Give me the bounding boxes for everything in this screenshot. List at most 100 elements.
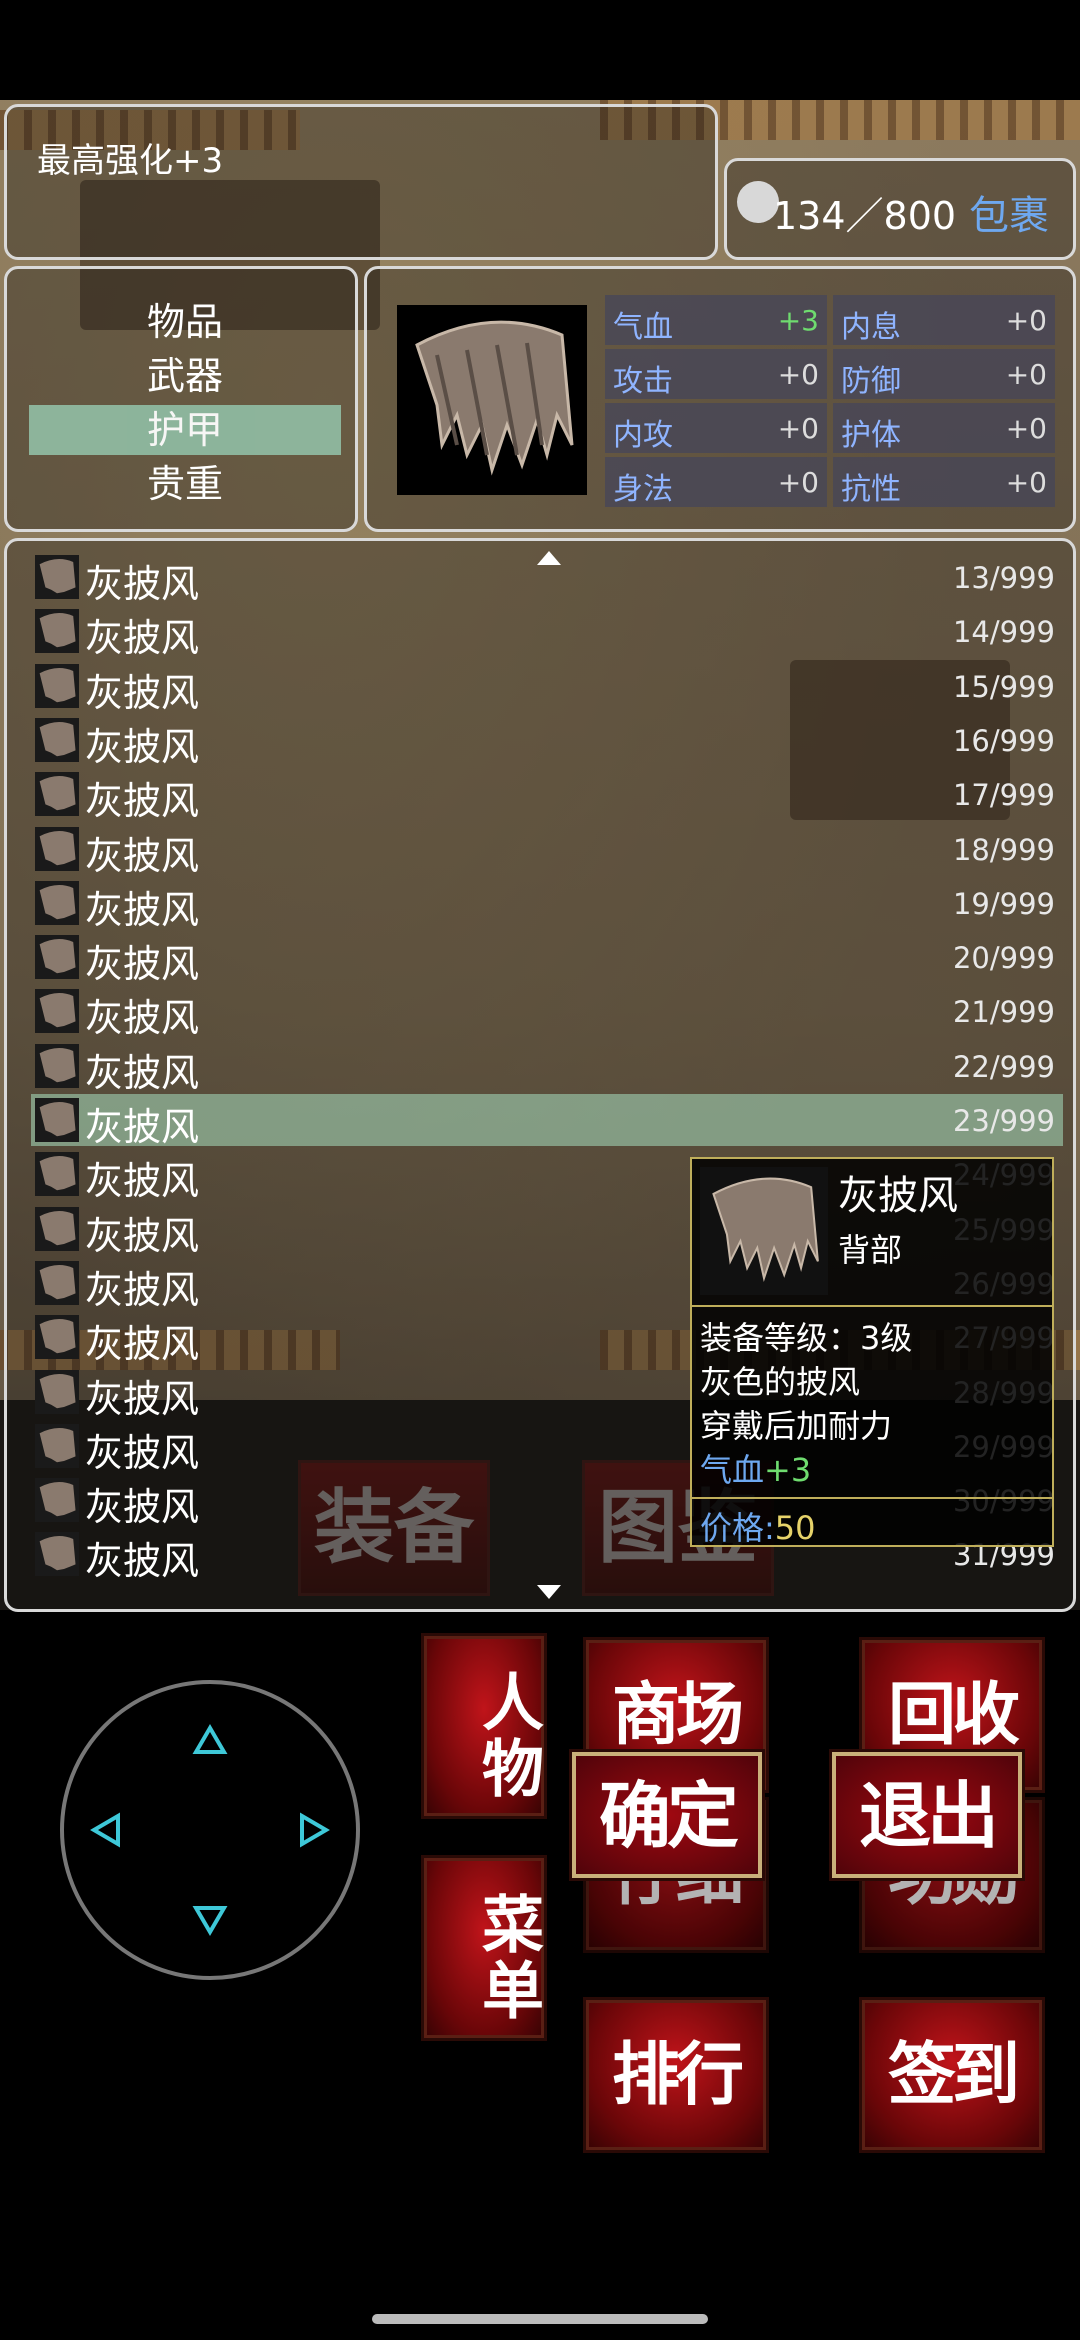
item-name: 灰披风 — [85, 1376, 200, 1421]
price-value: 50 — [774, 1509, 816, 1547]
item-name: 灰披风 — [85, 670, 200, 715]
gray-cape-icon — [35, 1315, 79, 1360]
stat-value: +0 — [1005, 466, 1047, 499]
bonus-stat-name: 气血 — [700, 1451, 765, 1489]
confirm-button[interactable]: 确定 — [572, 1752, 762, 1878]
item-row[interactable]: 灰披风 14/999 — [31, 605, 1063, 660]
stat-name: 防御 — [841, 364, 901, 399]
gray-cape-icon — [35, 609, 79, 654]
item-name: 灰披风 — [85, 779, 200, 824]
stat-value: +0 — [777, 358, 819, 391]
tooltip-bonus: 气血+3 — [700, 1445, 811, 1491]
item-row[interactable]: 灰披风 16/999 — [31, 714, 1063, 769]
gray-cape-icon — [35, 1043, 79, 1088]
bag-capacity-panel[interactable]: 134／800 包裹 — [724, 158, 1076, 260]
joystick[interactable] — [60, 1680, 360, 1980]
item-row[interactable]: 灰披风 22/999 — [31, 1040, 1063, 1095]
gray-cape-icon — [35, 989, 79, 1034]
gray-cape-icon — [35, 663, 79, 708]
item-row[interactable]: 灰披风 23/999 — [31, 1094, 1063, 1149]
gray-cape-icon — [397, 305, 587, 495]
item-row[interactable]: 灰披风 15/999 — [31, 660, 1063, 715]
divider — [692, 1497, 1052, 1499]
item-name: 灰披风 — [85, 1322, 200, 1367]
category-valuables[interactable]: 贵重 — [29, 459, 341, 509]
stat-name: 内攻 — [613, 418, 673, 453]
ranking-button[interactable]: 排行 — [586, 2000, 766, 2150]
checkin-button[interactable]: 签到 — [862, 2000, 1042, 2150]
stat-value: +0 — [1005, 358, 1047, 391]
bag-label: 包裹 — [969, 193, 1049, 239]
item-name: 灰披风 — [85, 1430, 200, 1475]
stat-cell: 内攻 +0 — [605, 403, 827, 453]
tooltip-level: 装备等级：3级 — [700, 1319, 913, 1357]
gray-cape-icon — [35, 935, 79, 980]
bonus-stat-value: +3 — [764, 1451, 812, 1489]
item-row[interactable]: 灰披风 13/999 — [31, 551, 1063, 606]
item-row[interactable]: 灰披风 21/999 — [31, 985, 1063, 1040]
stat-cell: 抗性 +0 — [833, 457, 1055, 507]
item-row[interactable]: 灰披风 18/999 — [31, 823, 1063, 878]
gray-cape-icon — [35, 1532, 79, 1577]
stat-value: +3 — [777, 304, 819, 337]
character-button[interactable]: 人物 — [424, 1636, 544, 1816]
stat-name: 攻击 — [613, 364, 673, 399]
item-count: 13/999 — [952, 561, 1055, 595]
category-weapons[interactable]: 武器 — [29, 351, 341, 401]
divider — [692, 1305, 1052, 1307]
item-name: 灰披风 — [85, 1159, 200, 1204]
stat-name: 抗性 — [841, 472, 901, 507]
gray-cape-icon — [35, 1369, 79, 1414]
tooltip-effect: 穿戴后加耐力 — [700, 1407, 893, 1445]
max-enhance-label: 最高强化+3 — [37, 141, 224, 181]
item-name: 灰披风 — [85, 1050, 200, 1095]
gray-cape-icon — [35, 772, 79, 817]
stat-cell: 身法 +0 — [605, 457, 827, 507]
exit-button[interactable]: 退出 — [832, 1752, 1022, 1878]
dpad-left-icon — [90, 1812, 120, 1848]
stat-value: +0 — [1005, 304, 1047, 337]
gray-cape-icon — [700, 1167, 828, 1295]
item-count: 17/999 — [952, 778, 1055, 813]
stat-cell: 气血 +3 — [605, 295, 827, 345]
tooltip-item-name: 灰披风 — [838, 1173, 958, 1219]
menu-button[interactable]: 菜单 — [424, 1858, 544, 2038]
gray-cape-icon — [35, 1152, 79, 1197]
dpad-up-icon — [192, 1724, 228, 1754]
item-count: 19/999 — [952, 886, 1055, 921]
dpad-down-icon — [192, 1906, 228, 1936]
item-stats-panel: 气血 +3 内息 +0 攻击 +0 防御 +0 内攻 +0 护体 +0 身法 +0 抗性 +0 — [364, 266, 1076, 532]
item-name: 灰披风 — [85, 1539, 200, 1584]
item-name: 灰披风 — [85, 724, 200, 769]
scroll-down-icon[interactable] — [537, 1585, 561, 1599]
bag-count: 134／800 — [773, 194, 957, 238]
stat-name: 护体 — [841, 418, 901, 453]
gray-cape-icon — [35, 880, 79, 925]
category-armor[interactable]: 护甲 — [29, 405, 341, 455]
gray-cape-icon — [35, 826, 79, 871]
stat-cell: 防御 +0 — [833, 349, 1055, 399]
item-row[interactable]: 灰披风 17/999 — [31, 768, 1063, 823]
dpad-right-icon — [300, 1812, 330, 1848]
stat-name: 气血 — [613, 310, 673, 345]
item-count: 14/999 — [952, 615, 1055, 650]
item-name: 灰披风 — [85, 942, 200, 987]
item-row[interactable]: 灰披风 20/999 — [31, 931, 1063, 986]
gray-cape-icon — [35, 717, 79, 762]
tooltip-slot: 背部 — [838, 1231, 903, 1269]
stat-value: +0 — [777, 466, 819, 499]
item-row[interactable]: 灰披风 19/999 — [31, 877, 1063, 932]
stat-value: +0 — [1005, 412, 1047, 445]
stat-cell: 内息 +0 — [833, 295, 1055, 345]
home-indicator[interactable] — [372, 2314, 708, 2324]
item-count: 18/999 — [952, 832, 1055, 867]
item-name: 灰披风 — [85, 562, 200, 606]
item-count: 16/999 — [952, 723, 1055, 758]
item-name: 灰披风 — [85, 833, 200, 878]
category-items[interactable]: 物品 — [29, 297, 341, 347]
stat-name: 身法 — [613, 472, 673, 507]
tooltip-price: 价格:50 — [700, 1503, 816, 1549]
stat-cell: 攻击 +0 — [605, 349, 827, 399]
item-name: 灰披风 — [85, 996, 200, 1041]
gray-cape-icon — [35, 1206, 79, 1251]
